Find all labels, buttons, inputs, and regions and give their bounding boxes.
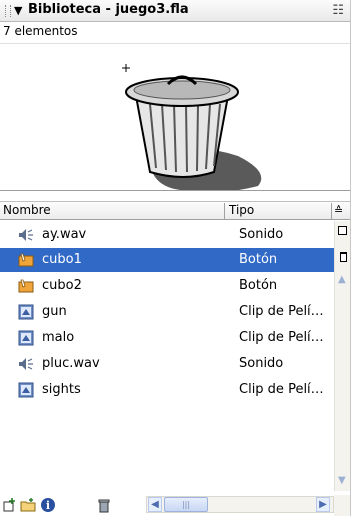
list-item[interactable]: gun Clip de Pelí…	[0, 300, 334, 324]
item-name: pluc.wav	[42, 356, 100, 371]
sort-order-icon[interactable]: ≙	[334, 204, 343, 217]
scroll-down-arrow-icon[interactable]: ▼	[338, 475, 346, 486]
column-header-name[interactable]: Nombre	[0, 203, 225, 219]
movieclip-icon	[18, 330, 34, 346]
scroll-right-arrow-icon[interactable]: ▶	[316, 497, 330, 512]
sound-icon	[19, 229, 33, 241]
new-folder-icon[interactable]	[20, 497, 36, 513]
item-name: sights	[42, 382, 81, 397]
horizontal-scrollbar[interactable]: ◀ ||| ▶	[146, 496, 334, 513]
item-name: cubo1	[42, 252, 82, 267]
column-header-type[interactable]: Tipo	[226, 203, 332, 219]
item-type: Sonido	[239, 227, 284, 242]
item-type: Clip de Pelí…	[239, 382, 324, 397]
scroll-left-arrow-icon[interactable]: ◀	[148, 497, 162, 512]
item-name: malo	[42, 330, 75, 345]
vertical-scrollbar[interactable]: ▲ ▼	[334, 221, 350, 491]
item-type: Clip de Pelí…	[239, 330, 324, 345]
scroll-up-arrow-icon[interactable]: ▲	[338, 274, 346, 285]
library-list: ay.wav Sonido cubo1 Botón cubo2 Botón gu…	[0, 221, 334, 491]
item-type: Botón	[239, 252, 278, 267]
panel-titlebar[interactable]: ▼ Biblioteca - juego3.fla ☷	[0, 0, 350, 22]
item-count: 7 elementos	[3, 24, 78, 38]
button-symbol-icon	[18, 253, 34, 267]
list-item[interactable]: pluc.wav Sonido	[0, 352, 334, 376]
svg-text:i: i	[46, 499, 50, 512]
new-symbol-icon[interactable]	[2, 497, 18, 513]
list-item[interactable]: sights Clip de Pelí…	[0, 378, 334, 402]
list-item-selected[interactable]: cubo1 Botón	[0, 248, 334, 272]
item-name: cubo2	[42, 278, 82, 293]
collapse-triangle-icon[interactable]: ▼	[14, 4, 22, 17]
drag-grip[interactable]	[5, 5, 11, 17]
item-type: Botón	[239, 278, 278, 293]
panel-title: Biblioteca - juego3.fla	[28, 2, 189, 17]
item-name: gun	[42, 304, 67, 319]
list-item[interactable]: malo Clip de Pelí…	[0, 326, 334, 350]
delete-trash-icon[interactable]	[96, 497, 112, 513]
properties-icon[interactable]: i	[40, 497, 56, 513]
item-type: Clip de Pelí…	[239, 304, 324, 319]
bottom-toolbar: i ◀ ||| ▶	[0, 495, 350, 516]
list-item[interactable]: cubo2 Botón	[0, 274, 334, 298]
library-panel: ▼ Biblioteca - juego3.fla ☷ 7 elementos	[0, 0, 351, 516]
button-symbol-icon	[18, 279, 34, 293]
wide-view-icon[interactable]	[338, 226, 347, 235]
trash-can-preview	[122, 64, 262, 190]
item-type: Sonido	[239, 356, 284, 371]
movieclip-icon	[18, 304, 34, 320]
preview-pane	[0, 43, 350, 191]
sound-icon	[19, 358, 33, 370]
list-item[interactable]: ay.wav Sonido	[0, 223, 334, 247]
narrow-view-icon[interactable]	[340, 252, 347, 262]
options-menu-icon[interactable]: ☷	[332, 3, 344, 18]
movieclip-icon	[18, 382, 34, 398]
item-name: ay.wav	[42, 227, 87, 242]
scroll-thumb[interactable]: |||	[164, 497, 208, 512]
list-header: Nombre Tipo ≙	[0, 201, 350, 220]
scrollbar-corner	[334, 495, 350, 516]
